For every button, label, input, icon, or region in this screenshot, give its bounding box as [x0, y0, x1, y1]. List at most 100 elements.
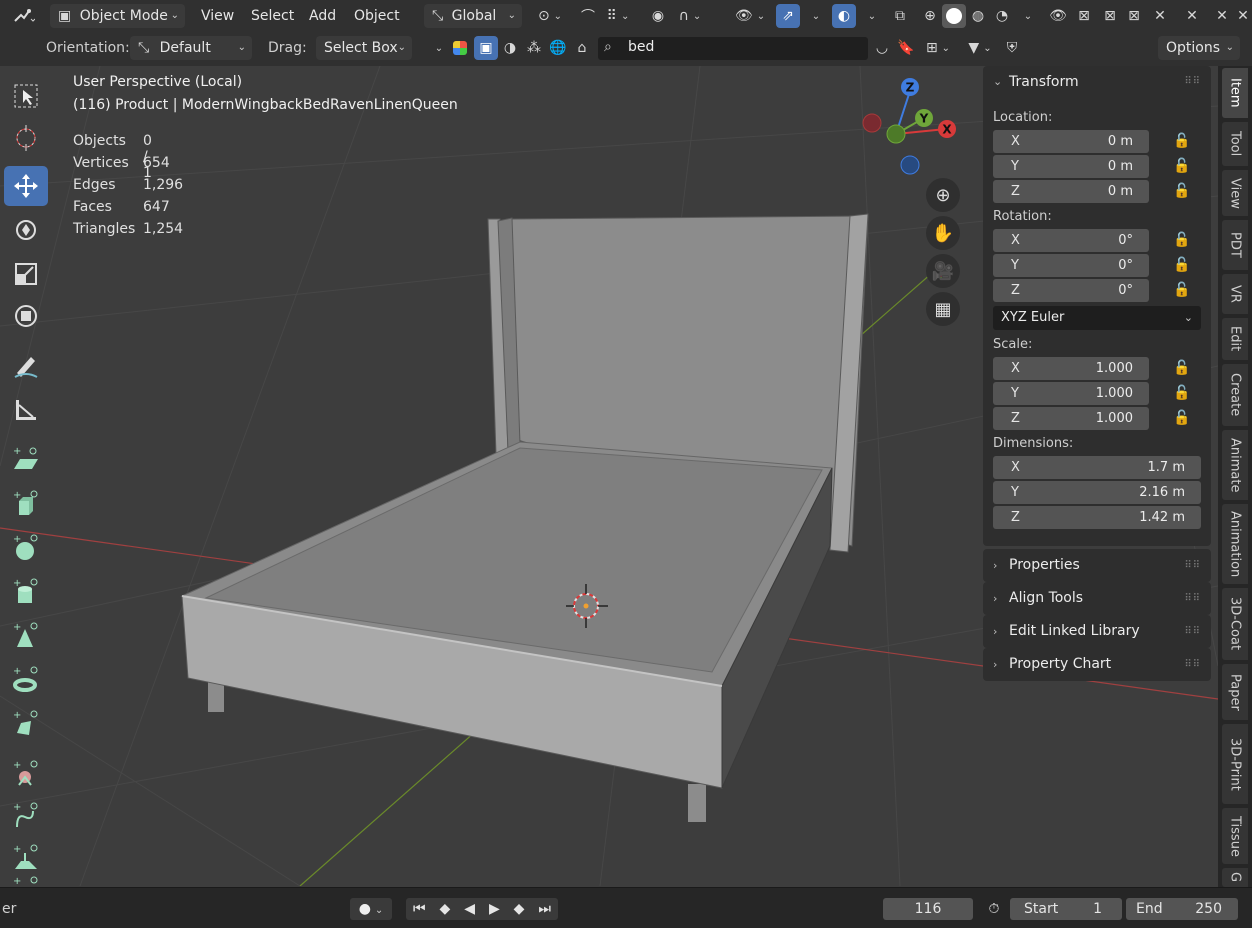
rotation-x-field[interactable]: X 0° [993, 229, 1149, 252]
prev-keyframe-icon[interactable]: ◆ [440, 898, 451, 920]
tab-g[interactable]: G [1222, 868, 1248, 887]
options-dropdown[interactable]: Options ⌄ [1158, 36, 1240, 60]
end-frame-field[interactable]: End 250 [1126, 898, 1238, 920]
sphere-icon[interactable]: ◑ [498, 36, 522, 60]
add-plane-icon[interactable]: + [4, 440, 48, 480]
location-y-field[interactable]: Y 0 m [993, 155, 1149, 178]
lock-icon[interactable]: 🔓 [1173, 133, 1191, 151]
orientation-dropdown[interactable]: ⤡ Default ⌄ [130, 36, 252, 60]
overlays-dropdown-icon[interactable]: ⌄ [858, 4, 882, 28]
material-shading-icon[interactable]: ◍ [966, 4, 990, 28]
tab-animation[interactable]: Animation [1222, 504, 1248, 584]
close-icon[interactable]: ✕ [1148, 4, 1172, 28]
drag-grip-icon[interactable]: ⠿⠿ [1184, 582, 1201, 615]
chevron-down-icon[interactable]: ⌄ [428, 36, 446, 60]
hierarchy-icon[interactable]: ⊞ ⌄ [918, 36, 958, 60]
brush-icon[interactable]: ⌂ [570, 36, 594, 60]
tab-3d-coat[interactable]: 3D-Coat [1222, 588, 1248, 660]
rotation-mode-dropdown[interactable]: XYZ Euler ⌄ [993, 306, 1201, 330]
add-armature-icon[interactable]: + [4, 754, 48, 794]
color-palette-icon[interactable] [448, 36, 472, 60]
tab-view[interactable]: View [1222, 170, 1248, 216]
shield-icon[interactable]: ⛨ [1000, 36, 1024, 60]
current-frame-field[interactable]: 116 [883, 898, 973, 920]
particles-icon[interactable]: ⁂ [522, 36, 546, 60]
funnel-icon[interactable]: ▼ ⌄ [960, 36, 1000, 60]
move-tool-icon[interactable] [4, 166, 48, 206]
close-icon[interactable]: ✕ [1234, 4, 1252, 28]
align-tools-panel-header[interactable]: › Align Tools ⠿⠿ [983, 582, 1211, 615]
snap-target-icon[interactable]: ⠿ ⌄ [600, 4, 636, 28]
snap-toggle-icon[interactable]: ⌒ [576, 4, 600, 28]
add-sphere-icon[interactable]: + [4, 528, 48, 568]
close-icon[interactable]: ✕ [1210, 4, 1234, 28]
jump-end-icon[interactable]: ⏭ [538, 898, 551, 920]
next-keyframe-icon[interactable]: ◆ [514, 898, 525, 920]
add-cone-icon[interactable]: + [4, 616, 48, 656]
pivot-point-icon[interactable]: ⊙ ⌄ [532, 4, 568, 28]
lock-icon[interactable]: 🔓 [1173, 232, 1191, 250]
drag-grip-icon[interactable]: ⠿⠿ [1184, 615, 1201, 648]
hide-select-icon[interactable]: ⊠ [1122, 4, 1146, 28]
tab-item[interactable]: Item [1222, 68, 1248, 118]
search-input[interactable]: bed [628, 39, 654, 55]
proportional-edit-icon[interactable]: ◉ [646, 4, 670, 28]
select-box-tool-icon[interactable] [4, 76, 48, 116]
lock-icon[interactable]: 🔓 [1173, 385, 1191, 403]
menu-add[interactable]: Add [309, 4, 336, 28]
add-torus-icon[interactable]: + [4, 660, 48, 700]
select-box-mode-icon[interactable]: ▣ [474, 36, 498, 60]
start-frame-field[interactable]: Start 1 [1010, 898, 1122, 920]
gizmo-neg-z[interactable] [900, 155, 920, 175]
search-field[interactable]: ⌕ bed [598, 37, 868, 60]
perspective-grid-icon[interactable]: ▦ [926, 292, 960, 326]
location-x-field[interactable]: X 0 m [993, 130, 1149, 153]
lock-icon[interactable]: 🔓 [1173, 257, 1191, 275]
drag-grip-icon[interactable]: ⠿⠿ [1184, 549, 1201, 582]
rotate-tool-icon[interactable] [4, 210, 48, 250]
add-custom-mesh-icon[interactable]: + [4, 704, 48, 744]
scale-y-field[interactable]: Y 1.000 [993, 382, 1149, 405]
cursor-tool-icon[interactable] [4, 118, 48, 158]
falloff-icon[interactable]: ∩ ⌄ [672, 4, 708, 28]
wireframe-shading-icon[interactable]: ⊕ [918, 4, 942, 28]
add-scatter-icon[interactable]: + [4, 838, 48, 878]
rotation-y-field[interactable]: Y 0° [993, 254, 1149, 277]
visibility-icon[interactable]: 👁 ⌄ [730, 4, 770, 28]
scale-tool-icon[interactable] [4, 254, 48, 294]
navigation-gizmo[interactable]: Z Y X [858, 74, 968, 184]
menu-select[interactable]: Select [251, 4, 294, 28]
menu-view[interactable]: View [201, 4, 234, 28]
editor-type-icon[interactable] [6, 4, 42, 28]
tab-tissue[interactable]: Tissue [1222, 808, 1248, 864]
bookmark-icon[interactable]: 🔖 [894, 36, 918, 60]
drag-grip-icon[interactable]: ⠿⠿ [1184, 648, 1201, 681]
add-more-icon[interactable]: + [4, 874, 48, 886]
play-icon[interactable]: ▶ [489, 898, 500, 920]
jump-start-icon[interactable]: ⏮ [413, 898, 426, 920]
stopwatch-icon[interactable]: ⏱ [982, 898, 1006, 920]
transform-orientation-dropdown[interactable]: ⤡ Global ⌄ [424, 4, 522, 28]
gizmo-neg-x[interactable] [862, 113, 882, 133]
tab-tool[interactable]: Tool [1222, 122, 1248, 166]
record-button[interactable]: ● ⌄ [350, 898, 392, 920]
transform-panel-header[interactable]: ⌄ Transform ⠿⠿ [983, 66, 1211, 98]
tab-paper[interactable]: Paper [1222, 664, 1248, 720]
add-curve-icon[interactable]: + [4, 796, 48, 836]
xray-toggle-icon[interactable]: ⧉ [888, 4, 912, 28]
add-cube-icon[interactable]: + [4, 484, 48, 524]
zoom-icon[interactable]: ⊕ [926, 178, 960, 212]
add-cylinder-icon[interactable]: + [4, 572, 48, 612]
hide-render-icon[interactable]: ⊠ [1098, 4, 1122, 28]
gizmo-dropdown-icon[interactable]: ⌄ [802, 4, 826, 28]
scale-z-field[interactable]: Z 1.000 [993, 407, 1149, 430]
tab-3d-print[interactable]: 3D-Print [1222, 724, 1248, 804]
tab-animate[interactable]: Animate [1222, 430, 1248, 500]
measure-tool-icon[interactable] [4, 390, 48, 430]
tab-vr[interactable]: VR [1222, 274, 1248, 314]
play-reverse-icon[interactable]: ◀ [464, 898, 475, 920]
location-z-field[interactable]: Z 0 m [993, 180, 1149, 203]
mode-dropdown[interactable]: ▣ Object Mode ⌄ [50, 4, 185, 28]
hide-viewport-icon[interactable]: ⊠ [1072, 4, 1096, 28]
tab-pdt[interactable]: PDT [1222, 220, 1248, 270]
